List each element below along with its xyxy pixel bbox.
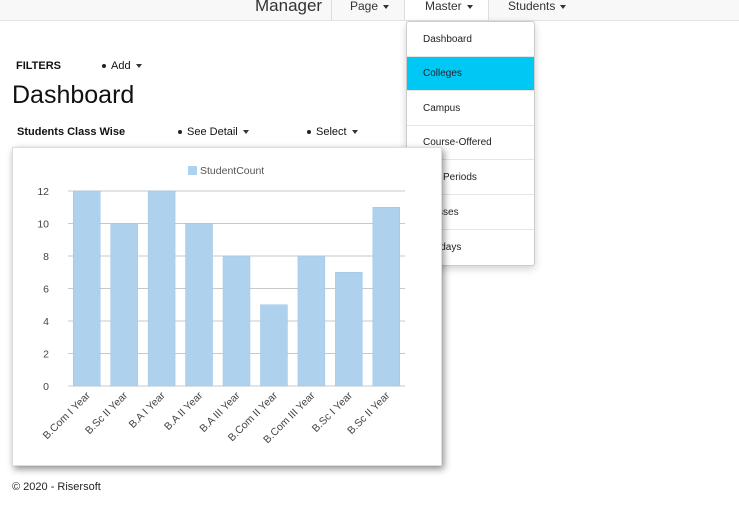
caret-down-icon bbox=[351, 130, 358, 135]
nav-students[interactable]: Students bbox=[508, 0, 567, 20]
caret-down-icon bbox=[242, 130, 249, 135]
chart-bars bbox=[72, 190, 401, 387]
section-title: Students Class Wise bbox=[17, 126, 126, 138]
bar[interactable] bbox=[260, 304, 288, 387]
student-count-bar-chart: 0 2 4 6 8 10 12 B.Com I YearB.Sc II YearB.A I … bbox=[37, 165, 405, 446]
bullet-icon bbox=[307, 130, 311, 135]
bar[interactable] bbox=[110, 223, 138, 387]
nav-students-label: Students bbox=[508, 0, 556, 13]
bar[interactable] bbox=[185, 223, 213, 387]
brand-title: Manager bbox=[255, 0, 323, 15]
caret-down-icon bbox=[466, 4, 473, 9]
nav-master-label: Master bbox=[425, 0, 462, 13]
x-axis-ticks: B.Com I YearB.Sc II YearB.A I YearB.A II… bbox=[41, 389, 393, 446]
nav-master[interactable]: Master bbox=[405, 0, 488, 20]
page-title: Dashboard bbox=[12, 81, 135, 109]
nav-page[interactable]: Page bbox=[350, 0, 390, 20]
top-navbar: Manager Page Master Students bbox=[0, 0, 739, 21]
legend-swatch bbox=[188, 166, 197, 175]
nav-divider bbox=[331, 0, 332, 20]
legend-label: StudentCount bbox=[200, 165, 264, 177]
y-tick-label: 0 bbox=[43, 381, 49, 393]
y-tick-label: 12 bbox=[37, 186, 49, 198]
y-tick-label: 8 bbox=[43, 251, 49, 263]
y-tick-label: 6 bbox=[43, 284, 49, 296]
bar[interactable] bbox=[222, 255, 251, 387]
bar[interactable] bbox=[372, 207, 401, 387]
caret-down-icon bbox=[560, 4, 567, 9]
see-detail-label: See Detail bbox=[187, 126, 238, 138]
bullet-icon bbox=[102, 64, 106, 69]
menu-item-colleges[interactable]: Colleges bbox=[407, 57, 534, 91]
menu-item-dashboard[interactable]: Dashboard bbox=[407, 22, 534, 57]
x-tick-label: B.Com I Year bbox=[41, 389, 94, 442]
see-detail-dropdown[interactable]: See Detail bbox=[178, 126, 249, 138]
bar[interactable] bbox=[297, 255, 326, 387]
filters-label: FILTERS bbox=[16, 60, 62, 72]
menu-item-campus[interactable]: Campus bbox=[407, 91, 534, 126]
bullet-icon bbox=[178, 130, 182, 135]
chart-panel: 0 2 4 6 8 10 12 B.Com I Year B.Sc II Year B.A I … bbox=[12, 147, 442, 466]
bar[interactable] bbox=[147, 190, 176, 387]
y-axis-ticks: 0 2 4 6 8 10 12 bbox=[37, 186, 49, 393]
nav-page-label: Page bbox=[350, 0, 379, 13]
bar[interactable] bbox=[335, 272, 363, 387]
bar[interactable] bbox=[72, 190, 101, 387]
select-dropdown[interactable]: Select bbox=[307, 126, 358, 138]
caret-down-icon bbox=[135, 64, 142, 69]
y-tick-label: 2 bbox=[43, 349, 49, 361]
select-label: Select bbox=[316, 126, 347, 138]
y-tick-label: 10 bbox=[37, 219, 49, 231]
footer-copyright: © 2020 - Risersoft bbox=[12, 481, 101, 493]
caret-down-icon bbox=[383, 4, 390, 9]
y-tick-label: 4 bbox=[43, 316, 49, 328]
add-filter-dropdown[interactable]: Add bbox=[102, 60, 142, 72]
nav-divider bbox=[488, 0, 489, 20]
add-filter-label: Add bbox=[111, 60, 131, 72]
